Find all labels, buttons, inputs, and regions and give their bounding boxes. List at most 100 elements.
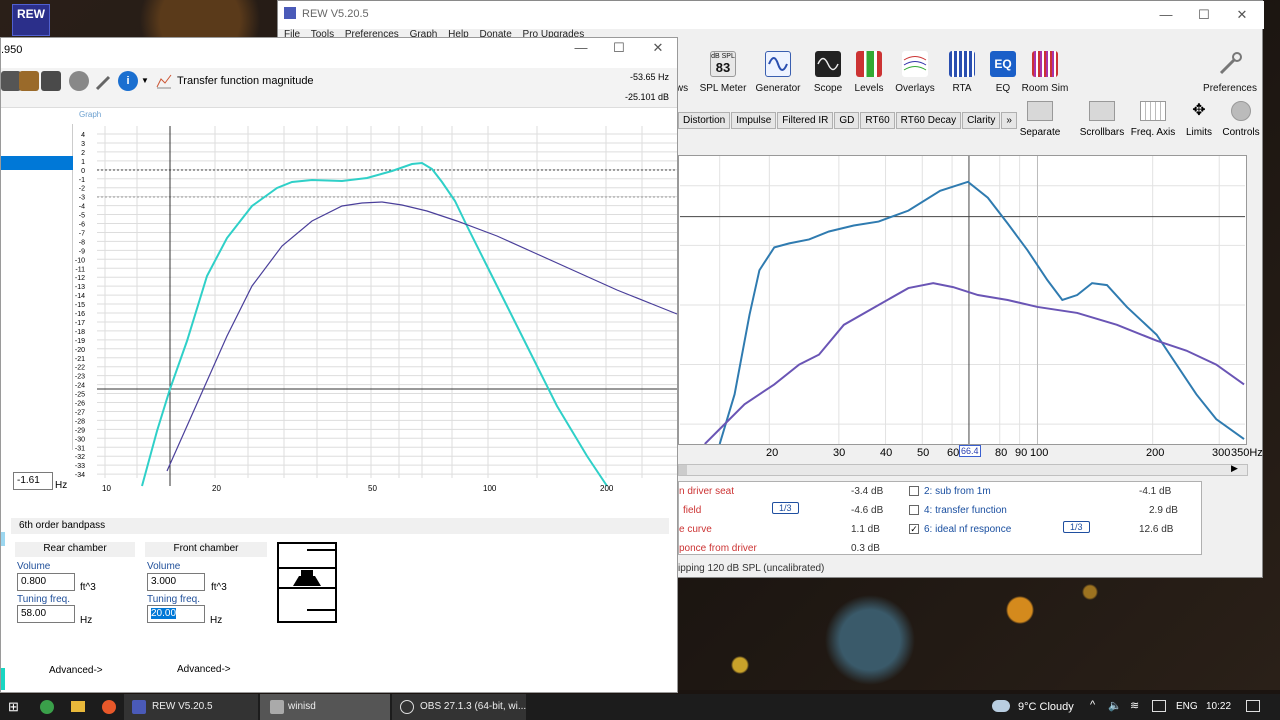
tools-icon[interactable]: [94, 71, 114, 91]
tab-filtered-ir[interactable]: Filtered IR: [777, 112, 834, 129]
volume-icon[interactable]: 🔈: [1108, 699, 1122, 712]
close-icon[interactable]: ✕: [648, 40, 668, 56]
legend-item[interactable]: 2: sub from 1m: [924, 486, 991, 497]
legend-checkbox[interactable]: [909, 505, 919, 515]
rew-scroll-thumb[interactable]: [679, 465, 687, 475]
separate-button[interactable]: Separate: [1012, 101, 1068, 138]
minimize-icon[interactable]: —: [1156, 7, 1176, 22]
y-tick-label: -9: [79, 248, 85, 255]
rew-graph-tabs: Distortion Impulse Filtered IR GD RT60 RT60 D…: [678, 112, 1018, 130]
display-icon[interactable]: [1152, 700, 1166, 712]
clock[interactable]: 10:22: [1206, 701, 1231, 712]
rear-volume-label: Volume: [17, 561, 51, 572]
front-tuning-input[interactable]: 20.00: [147, 605, 205, 623]
generator-button[interactable]: Generator: [750, 51, 806, 94]
generator-label: Generator: [755, 83, 801, 94]
cursor-freq-readout: -53.65 Hz: [629, 72, 669, 82]
y-tick-label: -25: [75, 392, 85, 399]
preferences-icon: [1217, 51, 1243, 77]
cursor-db-readout: -25.101 dB: [624, 92, 669, 102]
taskbar-rew[interactable]: REW V5.20.5: [124, 694, 258, 720]
tab-rt60-decay[interactable]: RT60 Decay: [895, 112, 962, 129]
pinned-app-icon[interactable]: [40, 700, 54, 714]
info-dropdown-icon[interactable]: ▼: [141, 76, 149, 85]
preferences-button[interactable]: Preferences: [1200, 51, 1260, 94]
minimize-icon[interactable]: —: [571, 40, 591, 55]
rew-cursor-freq-marker[interactable]: 66.4: [959, 445, 981, 457]
smoothing-badge[interactable]: 1/3: [1063, 521, 1090, 533]
save-icon[interactable]: [1, 71, 21, 91]
legend-item[interactable]: 4: transfer function: [924, 505, 1007, 516]
separate-icon: [1027, 101, 1053, 121]
rear-tuning-label: Tuning freq.: [17, 594, 70, 605]
rew-shortcut-label: REW: [17, 7, 45, 21]
legend-item[interactable]: ponce from driver: [679, 543, 757, 554]
y-tick-label: -31: [75, 445, 85, 452]
rear-volume-input[interactable]: 0.800: [17, 573, 75, 591]
y-tick-label: -16: [75, 311, 85, 318]
y-tick-label: -6: [79, 222, 85, 229]
front-advanced-button[interactable]: Advanced->: [177, 664, 231, 675]
controls-button[interactable]: Controls: [1213, 101, 1269, 138]
rear-advanced-button[interactable]: Advanced->: [49, 665, 103, 676]
wifi-icon[interactable]: ≋: [1130, 699, 1139, 712]
rew-xtick-350: 350Hz: [1231, 447, 1263, 459]
scroll-right-icon[interactable]: ▶: [1231, 463, 1238, 474]
scrollbars-button[interactable]: Scrollbars: [1074, 101, 1130, 138]
winisd-graph[interactable]: 4 3 2 1 0 -1 -2 -3 -4 -5 -6-7 -8 -9 -10 -11 -12 -13 -14 -1…: [75, 126, 678, 487]
system-tray-chevron-icon[interactable]: ^: [1090, 699, 1095, 711]
tab-rt60[interactable]: RT60: [860, 112, 895, 129]
rear-chamber-title: Rear chamber: [43, 543, 107, 554]
close-icon[interactable]: ✕: [1232, 7, 1252, 23]
file-explorer-icon[interactable]: [71, 701, 85, 712]
tab-clarity[interactable]: Clarity: [962, 112, 1001, 129]
legend-checkbox-checked[interactable]: ✓: [909, 524, 919, 534]
legend-item[interactable]: n driver seat: [679, 486, 734, 497]
language-indicator[interactable]: ENG: [1176, 701, 1198, 712]
legend-item[interactable]: 6: ideal nf responce: [924, 524, 1011, 535]
hz-input[interactable]: -1.61: [13, 472, 53, 490]
tab-more[interactable]: »: [1001, 112, 1017, 129]
cloud-icon[interactable]: [992, 700, 1010, 712]
rew-graph[interactable]: [678, 155, 1247, 445]
weather-text[interactable]: 9°C Cloudy: [1018, 701, 1074, 713]
tab-distortion[interactable]: Distortion: [678, 112, 731, 129]
y-tick-label: 4: [81, 132, 85, 139]
driver-icon[interactable]: [69, 71, 89, 91]
save-as-icon[interactable]: [41, 71, 61, 91]
room-sim-icon: [1032, 51, 1058, 77]
rew-desktop-shortcut[interactable]: REW: [12, 4, 50, 36]
taskbar-obs-label: OBS 27.1.3 (64-bit, wi...: [420, 701, 527, 712]
rew-horizontal-scrollbar[interactable]: ▶: [678, 463, 1248, 476]
edit-icon[interactable]: [19, 71, 39, 91]
front-volume-input[interactable]: 3.000: [147, 573, 205, 591]
room-sim-button[interactable]: Room Sim: [1017, 51, 1073, 94]
graph-type-label[interactable]: Transfer function magnitude: [177, 75, 314, 87]
graph-type-icon[interactable]: [156, 73, 172, 89]
generator-icon: [765, 51, 791, 77]
tab-impulse[interactable]: Impulse: [731, 112, 777, 129]
spl-meter-button[interactable]: dB SPL 83 SPL Meter: [695, 51, 751, 94]
rew-xtick-30: 30: [833, 447, 846, 459]
spl-badge-value: 83: [715, 60, 731, 75]
legend-value: 2.9 dB: [1149, 505, 1178, 516]
y-tick-label: -29: [75, 427, 85, 434]
rear-tuning-input[interactable]: 58.00: [17, 605, 75, 623]
taskbar-obs[interactable]: OBS 27.1.3 (64-bit, wi...: [392, 694, 526, 720]
legend-item[interactable]: field: [683, 505, 701, 516]
y-tick-label: -7: [79, 230, 85, 237]
legend-item[interactable]: e curve: [679, 524, 712, 535]
taskbar-winisd[interactable]: winisd: [260, 694, 390, 720]
tab-gd[interactable]: GD: [834, 112, 860, 129]
legend-checkbox[interactable]: [909, 486, 919, 496]
firefox-icon[interactable]: [102, 700, 116, 714]
notifications-icon[interactable]: [1246, 700, 1260, 712]
maximize-icon[interactable]: ☐: [609, 40, 629, 56]
info-icon[interactable]: i: [118, 71, 138, 91]
legend-value: 12.6 dB: [1139, 524, 1174, 535]
maximize-icon[interactable]: ☐: [1194, 7, 1214, 23]
windows-start-icon[interactable]: ⊞: [8, 700, 22, 714]
rew-status-bar: ipping 120 dB SPL (uncalibrated): [678, 563, 825, 574]
project-list-selected-item[interactable]: [1, 156, 73, 170]
smoothing-badge[interactable]: 1/3: [772, 502, 799, 514]
